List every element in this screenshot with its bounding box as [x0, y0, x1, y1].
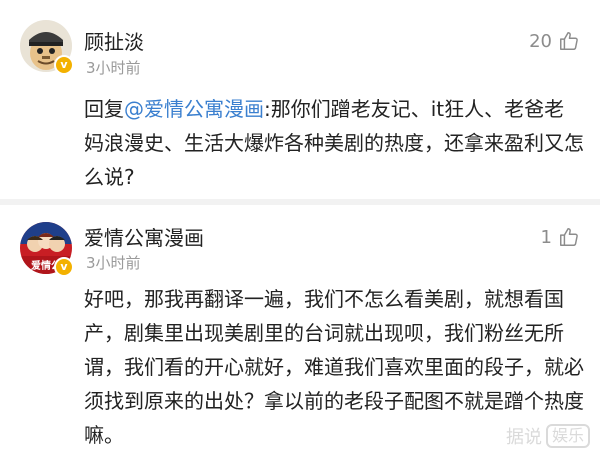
mention-link[interactable]: @爱情公寓漫画	[124, 97, 264, 121]
verified-badge-icon: v	[54, 257, 74, 277]
comment-text: 回复@爱情公寓漫画:那你们蹭老友记、it狂人、老爸老妈浪漫史、生活大爆炸各种美剧…	[84, 92, 584, 194]
like-count: 1	[540, 226, 552, 248]
like-count: 20	[529, 30, 552, 52]
verified-badge-icon: v	[54, 55, 74, 75]
watermark: 据说 娱乐	[506, 423, 590, 449]
username[interactable]: 爱情公寓漫画	[84, 222, 204, 251]
watermark-left: 据说	[505, 427, 542, 448]
thumbs-up-icon	[558, 226, 580, 248]
thumbs-up-icon	[558, 30, 580, 52]
username[interactable]: 顾扯淡	[84, 26, 144, 55]
comment-item: 爱情公 v 爱情公寓漫画 3小时前 1 好吧，那我再翻译一遍，我们不怎么看美剧，…	[0, 200, 600, 455]
like-button[interactable]: 1	[541, 226, 580, 248]
timestamp: 3小时前	[86, 59, 141, 77]
timestamp: 3小时前	[86, 254, 141, 272]
like-button[interactable]: 20	[529, 30, 580, 52]
comment-item: v 顾扯淡 3小时前 20 回复@爱情公寓漫画:那你们蹭老友记、it狂人、老爸老…	[0, 0, 600, 200]
reply-prefix: 回复	[84, 97, 124, 121]
watermark-right: 娱乐	[545, 424, 590, 448]
